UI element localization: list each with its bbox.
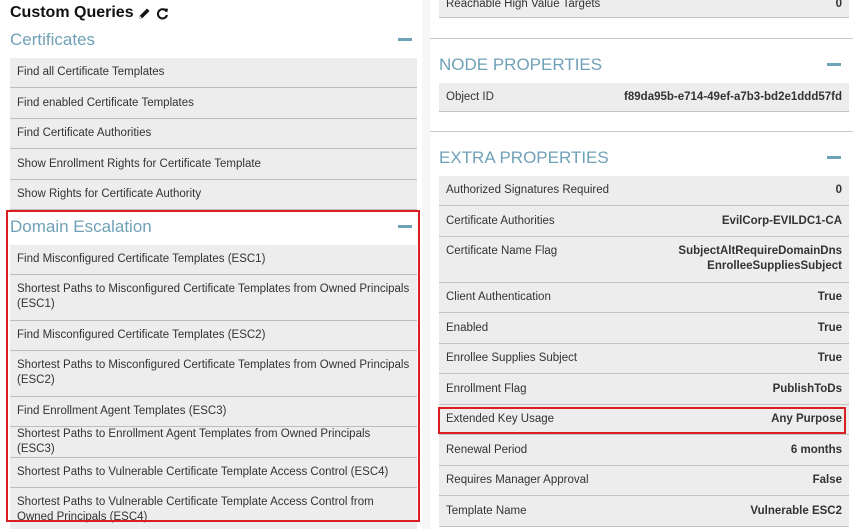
- property-value: Any Purpose: [771, 413, 842, 425]
- property-row: Template Name Vulnerable ESC2: [439, 496, 849, 527]
- property-value: True: [817, 321, 842, 334]
- extra-properties-heading[interactable]: EXTRA PROPERTIES: [439, 148, 609, 168]
- property-value: f89da95b-e714-49ef-a7b3-bd2e1ddd57fd: [624, 90, 842, 103]
- custom-queries-title-text: Custom Queries: [10, 4, 134, 21]
- query-item[interactable]: Find Certificate Authorities: [10, 119, 417, 149]
- property-row: Enrollee Supplies Subject True: [439, 344, 849, 374]
- property-name: Requires Manager Approval: [446, 474, 589, 486]
- query-item[interactable]: Find Misconfigured Certificate Templates…: [10, 321, 417, 351]
- property-value: PublishToDs: [772, 382, 842, 395]
- collapse-icon[interactable]: [827, 156, 841, 159]
- certificates-query-list: Find all Certificate Templates Find enab…: [10, 58, 417, 210]
- property-row: Enabled True: [439, 313, 849, 344]
- collapse-icon[interactable]: [398, 38, 412, 41]
- property-row: Certificate Authorities EvilCorp-EVILDC1…: [439, 206, 849, 237]
- property-row: Authorized Signatures Required 0: [439, 176, 849, 206]
- property-value: 0: [835, 184, 842, 196]
- property-name: Certificate Name Flag: [446, 245, 558, 257]
- top-properties: Reachable High Value Targets 0: [439, 0, 849, 18]
- property-value: False: [812, 474, 842, 486]
- property-row: Client Authentication True: [439, 283, 849, 313]
- domain-escalation-heading[interactable]: Domain Escalation: [10, 217, 152, 237]
- property-value: True: [817, 352, 842, 364]
- property-value: SubjectAltRequireDomainDns: [678, 245, 842, 257]
- property-name: Object ID: [446, 90, 494, 103]
- node-properties-heading[interactable]: NODE PROPERTIES: [439, 55, 602, 75]
- property-value: EvilCorp-EVILDC1-CA: [721, 214, 842, 227]
- property-row: Certificate Name Flag SubjectAltRequireD…: [439, 237, 849, 283]
- custom-queries-panel: Custom Queries Certificates Find all Cer…: [0, 0, 422, 529]
- collapse-icon[interactable]: [398, 225, 412, 228]
- property-row: Enrollment Flag PublishToDs: [439, 374, 849, 405]
- divider: [430, 131, 853, 132]
- property-name: Renewal Period: [446, 443, 528, 456]
- query-item[interactable]: Show Rights for Certificate Authority: [10, 180, 417, 210]
- custom-queries-title: Custom Queries: [10, 4, 170, 22]
- property-row: Extended Key Usage Any Purpose: [439, 405, 849, 435]
- property-value: EnrolleeSuppliesSubject: [707, 260, 842, 272]
- property-value: 0: [835, 0, 842, 10]
- query-item[interactable]: Shortest Paths to Enrollment Agent Templ…: [10, 427, 417, 458]
- query-item[interactable]: Find Misconfigured Certificate Templates…: [10, 245, 417, 275]
- certificates-heading[interactable]: Certificates: [10, 30, 95, 50]
- extra-properties-list: Authorized Signatures Required 0 Certifi…: [439, 176, 849, 527]
- refresh-icon[interactable]: [156, 6, 170, 20]
- query-item[interactable]: Shortest Paths to Misconfigured Certific…: [10, 275, 417, 321]
- query-item[interactable]: Shortest Paths to Vulnerable Certificate…: [10, 458, 417, 488]
- query-item[interactable]: Shortest Paths to Vulnerable Certificate…: [10, 488, 417, 529]
- query-item[interactable]: Show Enrollment Rights for Certificate T…: [10, 149, 417, 180]
- property-name: Enabled: [446, 321, 489, 334]
- property-name: Template Name: [446, 504, 527, 517]
- collapse-icon[interactable]: [827, 63, 841, 66]
- property-value: Vulnerable ESC2: [750, 504, 842, 517]
- property-value-group: SubjectAltRequireDomainDns EnrolleeSuppl…: [678, 244, 842, 274]
- divider: [430, 38, 853, 39]
- property-name: Client Authentication: [446, 291, 551, 303]
- property-row: Object ID f89da95b-e714-49ef-a7b3-bd2e1d…: [439, 83, 849, 112]
- node-properties-list: Object ID f89da95b-e714-49ef-a7b3-bd2e1d…: [439, 83, 849, 112]
- property-row: Renewal Period 6 months: [439, 435, 849, 466]
- query-item[interactable]: Shortest Paths to Misconfigured Certific…: [10, 351, 417, 397]
- property-name: Extended Key Usage: [446, 413, 555, 425]
- query-item[interactable]: Find Enrollment Agent Templates (ESC3): [10, 397, 417, 427]
- property-name: Authorized Signatures Required: [446, 184, 610, 196]
- query-item[interactable]: Find all Certificate Templates: [10, 58, 417, 88]
- pencil-icon[interactable]: [138, 6, 152, 20]
- property-row: Requires Manager Approval False: [439, 466, 849, 496]
- node-info-panel: Reachable High Value Targets 0 NODE PROP…: [430, 0, 853, 529]
- property-name: Enrollee Supplies Subject: [446, 352, 578, 364]
- property-row: Reachable High Value Targets 0: [439, 0, 849, 18]
- property-name: Enrollment Flag: [446, 382, 527, 395]
- property-name: Certificate Authorities: [446, 214, 555, 227]
- property-value: 6 months: [790, 443, 842, 456]
- property-name: Reachable High Value Targets: [446, 0, 601, 10]
- query-item[interactable]: Find enabled Certificate Templates: [10, 88, 417, 119]
- property-value: True: [817, 291, 842, 303]
- domain-escalation-query-list: Find Misconfigured Certificate Templates…: [10, 245, 417, 529]
